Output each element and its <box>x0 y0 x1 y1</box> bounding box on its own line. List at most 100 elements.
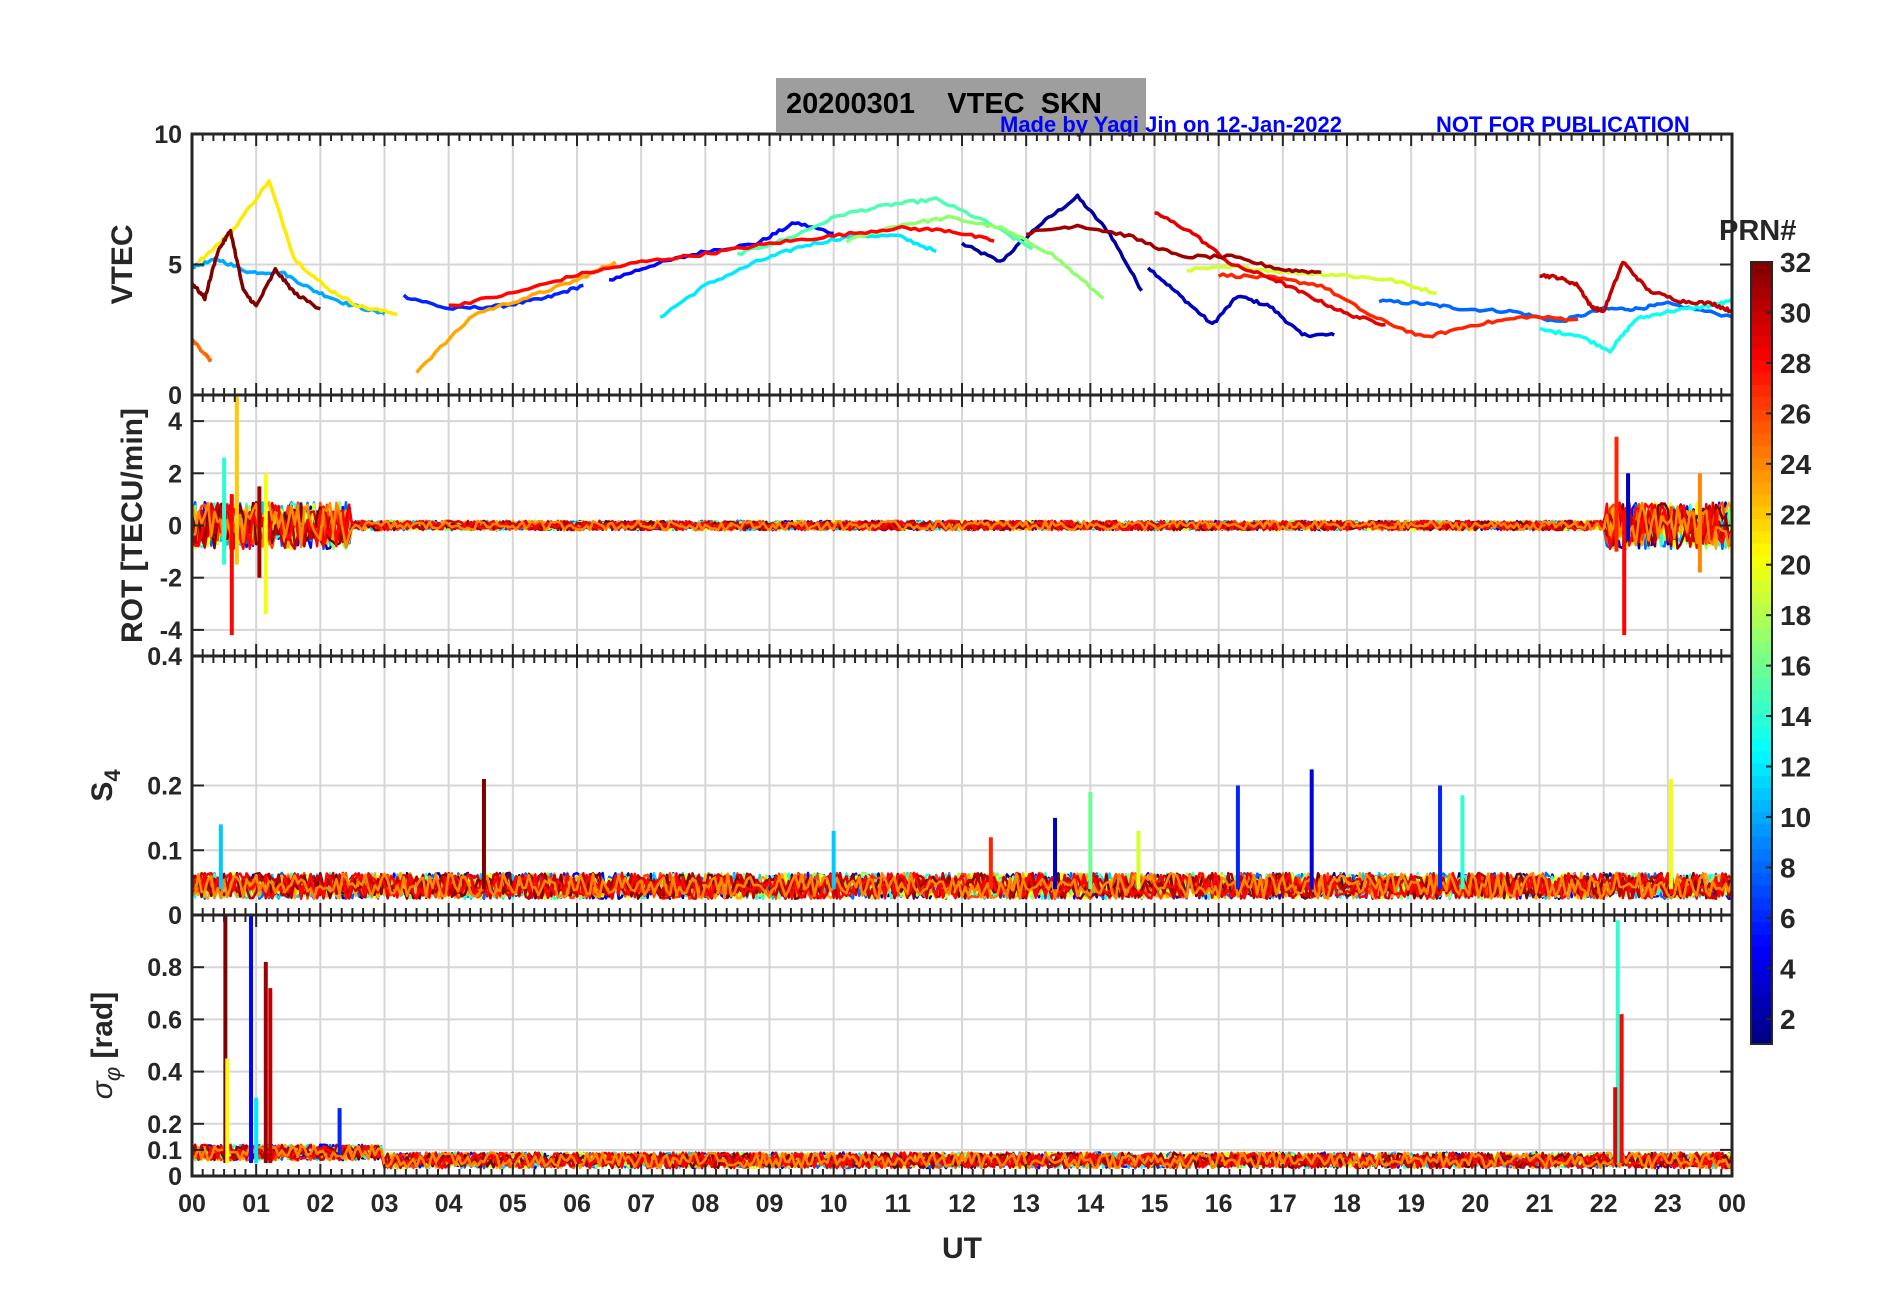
y-tick-label: 0.8 <box>147 954 182 982</box>
x-tick-label: 12 <box>948 1190 976 1218</box>
colorbar-swatch <box>1751 677 1772 691</box>
panel-vtec: 0 5 10 VTEC <box>106 121 1734 410</box>
vtec-line-prn-25 <box>190 338 213 363</box>
x-tick-label: 17 <box>1269 1190 1297 1218</box>
colorbar-swatch <box>1751 530 1772 544</box>
colorbar-swatch <box>1751 824 1772 837</box>
colorbar-swatch <box>1751 518 1772 532</box>
x-tick-label: 09 <box>756 1190 784 1218</box>
x-tick-label: 00 <box>178 1190 206 1218</box>
panel-s4: 0 0.1 0.2 0.4 S4 <box>86 643 1734 930</box>
colorbar-swatch <box>1751 665 1772 678</box>
colorbar-swatch <box>1751 481 1772 495</box>
colorbar-tick-label: 6 <box>1780 903 1796 934</box>
colorbar-swatch <box>1751 848 1772 862</box>
y-tick-label: 5 <box>168 252 182 280</box>
colorbar-tick-label: 22 <box>1780 499 1811 530</box>
panel-vtec-grid <box>191 133 1733 396</box>
x-tick-label: 06 <box>563 1190 591 1218</box>
colorbar-swatch <box>1751 335 1772 349</box>
colorbar-swatch <box>1751 726 1772 740</box>
x-tick-label: 13 <box>1012 1190 1040 1218</box>
colorbar-swatch <box>1751 359 1772 373</box>
colorbar-tick-label: 16 <box>1780 651 1811 682</box>
colorbar-swatch <box>1751 298 1772 312</box>
colorbar-swatch <box>1751 653 1772 666</box>
colorbar-swatch <box>1751 763 1772 776</box>
y-tick-label: 0.4 <box>147 1059 182 1087</box>
colorbar-swatch <box>1751 811 1772 825</box>
vtec-line-prn-2 <box>960 193 1144 292</box>
colorbar-tick-label: 26 <box>1780 398 1811 429</box>
x-tick-label: 08 <box>691 1190 719 1218</box>
colorbar-swatch <box>1751 591 1772 605</box>
colorbar-swatch <box>1751 396 1772 410</box>
x-tick-label: 19 <box>1397 1190 1425 1218</box>
colorbar-swatch <box>1751 750 1772 764</box>
colorbar-swatch <box>1751 323 1772 336</box>
colorbar-swatch <box>1751 738 1772 752</box>
colorbar-swatch <box>1751 836 1772 850</box>
colorbar-swatch <box>1751 274 1772 287</box>
y-tick-label: 0.4 <box>147 643 182 671</box>
colorbar-swatch <box>1751 494 1772 507</box>
vtec-line-prn-23 <box>415 260 617 374</box>
y-tick-label: 0.6 <box>147 1006 182 1034</box>
colorbar-tick-label: 8 <box>1780 852 1796 883</box>
colorbar-swatch <box>1751 799 1772 813</box>
vtec-line-prn-12 <box>659 232 937 319</box>
colorbar-swatch <box>1751 775 1772 788</box>
colorbar-swatch <box>1751 616 1772 630</box>
x-tick-label: 00 <box>1718 1190 1746 1218</box>
colorbar-tick-label: 28 <box>1780 348 1811 379</box>
panel-rot-ylabel: ROT [TECU/min] <box>116 408 149 643</box>
y-tick-label: 0.2 <box>147 773 182 801</box>
x-tick-label: 11 <box>885 1190 912 1218</box>
y-tick-label: 0.1 <box>147 1137 182 1165</box>
colorbar-swatch <box>1751 347 1772 361</box>
colorbar-swatch <box>1751 689 1772 703</box>
colorbar-swatch <box>1751 934 1772 947</box>
colorbar-swatch <box>1751 262 1772 275</box>
x-tick-label: 14 <box>1076 1190 1104 1218</box>
colorbar-tick-label: 20 <box>1780 550 1811 581</box>
x-tick-label: 10 <box>820 1190 848 1218</box>
colorbar-swatch <box>1751 787 1772 801</box>
panel-sigma_phi-ylabel: σφ [rad] <box>86 992 125 1099</box>
x-tick-label: 02 <box>306 1190 334 1218</box>
colorbar-swatch <box>1751 469 1772 483</box>
colorbar-swatch <box>1751 1031 1772 1045</box>
colorbar-swatch <box>1751 372 1772 385</box>
colorbar-tick-label: 2 <box>1780 1004 1796 1035</box>
colorbar-swatch <box>1751 384 1772 397</box>
y-tick-label: 0 <box>168 382 182 410</box>
x-tick-label: 18 <box>1333 1190 1361 1218</box>
colorbar-tick-label: 24 <box>1780 449 1812 480</box>
x-axis-label: UT <box>942 1232 982 1265</box>
panel-vtec-ylabel: VTEC <box>106 224 139 304</box>
x-tick-label: 04 <box>435 1190 463 1218</box>
panel-rot: -4 -2 0 2 4 ROT [TECU/min] <box>116 393 1734 658</box>
colorbar-swatch <box>1751 286 1772 300</box>
colorbar-swatch <box>1751 555 1772 569</box>
y-tick-label: -4 <box>160 617 182 645</box>
colorbar-swatch <box>1751 506 1772 520</box>
y-tick-label: 4 <box>168 408 182 436</box>
colorbar-swatch <box>1751 921 1772 935</box>
colorbar-swatch <box>1751 445 1772 459</box>
colorbar-swatch <box>1751 701 1772 715</box>
y-tick-label: 0.1 <box>147 837 182 865</box>
colorbar-swatch <box>1751 909 1772 923</box>
y-tick-label: 0.2 <box>147 1111 182 1139</box>
colorbar-swatch <box>1751 995 1772 1008</box>
colorbar-swatch <box>1751 579 1772 593</box>
y-tick-label: 0 <box>168 513 182 541</box>
y-tick-label: -2 <box>160 565 182 593</box>
colorbar-swatch <box>1751 1019 1772 1033</box>
colorbar-swatch <box>1751 408 1772 422</box>
x-tick-label: 05 <box>499 1190 527 1218</box>
x-tick-label: 16 <box>1205 1190 1233 1218</box>
x-tick-label: 20 <box>1461 1190 1489 1218</box>
colorbar-tick-label: 10 <box>1780 802 1811 833</box>
colorbar-swatch <box>1751 420 1772 434</box>
